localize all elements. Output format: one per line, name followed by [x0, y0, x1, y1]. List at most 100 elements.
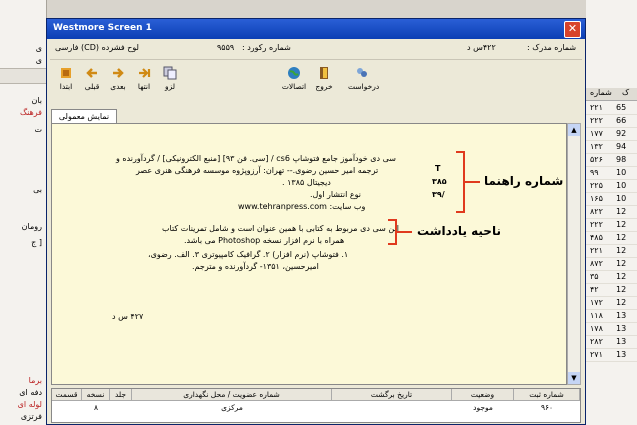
bg-table-row[interactable]: ۴۲ 12	[586, 284, 637, 297]
first-icon	[61, 68, 71, 78]
bg-table-row[interactable]: ۲۸۲ 13	[586, 336, 637, 349]
bg-table-row[interactable]: ۱۷۷ 92	[586, 128, 637, 141]
bg-left-label: بی	[33, 185, 42, 194]
bg-table-row[interactable]: ۱۷۲ 12	[586, 297, 637, 310]
toolbar-label: بعدی	[110, 82, 126, 91]
bg-cell: ۱۱۸	[590, 311, 603, 320]
holdings-grid: قسمت نسخه جلد شماره عضویت / محل نگهداری …	[51, 388, 581, 423]
grid-cell: ۸	[93, 403, 99, 412]
record-number-label: شماره رکورد :	[242, 43, 291, 52]
bg-cell: 13	[616, 311, 627, 320]
bg-table-row[interactable]: ۴۸۵ 12	[586, 232, 637, 245]
bg-table-row[interactable]: ۲۷۱ 13	[586, 349, 637, 362]
bg-table-row[interactable]: ۹۹ 10	[586, 167, 637, 180]
bg-table-row[interactable]: ۳۵ 12	[586, 271, 637, 284]
next-button[interactable]: بعدی	[104, 64, 132, 98]
scroll-up-icon[interactable]: ▲	[568, 124, 580, 136]
grid-header: قسمت	[52, 389, 82, 401]
bg-cell: 10	[616, 181, 627, 190]
toolbar-label: ابتدا	[59, 82, 73, 91]
bg-table-row[interactable]: ۸۲۲ 12	[586, 206, 637, 219]
bg-table-row[interactable]: ۸۷۲ 12	[586, 258, 637, 271]
bg-table-row[interactable]: ۱۶۵ 10	[586, 193, 637, 206]
bg-cell: 12	[616, 259, 627, 268]
bg-cell: ۵۲۶	[590, 155, 603, 164]
background-strip	[0, 68, 46, 84]
bg-table-row[interactable]: ۵۲۶ 98	[586, 154, 637, 167]
bg-cell: ۱۳۲	[590, 142, 603, 151]
grid-header: جلد	[110, 389, 132, 401]
grid-cell: ۹۶۰	[540, 403, 554, 412]
toolbar-label: خروج	[315, 82, 333, 91]
exit-icon	[320, 67, 328, 79]
exit-button[interactable]: خروج	[310, 64, 338, 98]
doc-number-value: ۴۲۲س د	[467, 43, 496, 52]
bg-cell: 12	[616, 233, 627, 242]
annotation-brackets	[388, 151, 480, 245]
bg-table-row[interactable]: ۱۱۸ 13	[586, 310, 637, 323]
toolbar-label: اتصالات	[281, 82, 307, 91]
bg-left-label: برما	[28, 376, 42, 385]
bg-left-label: ی	[35, 56, 42, 65]
bg-cell: 92	[616, 129, 627, 138]
bg-table-row[interactable]: ۲۲۱ 12	[586, 245, 637, 258]
grid-header: تاریخ برگشت	[332, 389, 452, 401]
bg-cell: ۲۲۱	[590, 246, 603, 255]
record-display: سی دی خودآموز جامع فتوشاپ cs6 / [سی. فن …	[51, 123, 567, 385]
next-icon	[113, 68, 124, 78]
request-button[interactable]: درخواست	[348, 64, 380, 98]
bg-cell: 12	[616, 285, 627, 294]
bg-header-cell: ک	[622, 88, 630, 97]
background-right-table: شماره ک ۲۲۱ 65 ۲۲۲ 66 ۱۷۷ 92 ۱۳۲ 94 ۵۲۶ 98 ۹۹ 10 ۲۲۵…	[586, 0, 637, 425]
copy-button[interactable]: لزو	[156, 64, 184, 98]
bg-left-label: لوله ای	[17, 400, 42, 409]
bg-left-label[interactable]: [ ج	[31, 238, 42, 247]
last-button[interactable]: انتها	[130, 64, 158, 98]
bg-table-row[interactable]: ۲۲۵ 10	[586, 180, 637, 193]
grid-header: شماره ثبت	[514, 389, 580, 401]
toolbar-label: درخواست	[348, 82, 380, 91]
bg-table-row[interactable]: ۲۲۲ 12	[586, 219, 637, 232]
bg-table-row[interactable]: ۲۲۲ 66	[586, 115, 637, 128]
record-number-value: ۹۵۵۹	[217, 43, 235, 52]
bg-cell: ۸۲۲	[590, 207, 603, 216]
dialog-title: Westmore Screen 1	[53, 23, 152, 33]
toolbar: ابتدا قبلی بعدی انتها لزو اتصالات خروج د…	[50, 59, 582, 102]
bg-cell: ۳۵	[590, 272, 599, 281]
bg-cell: 66	[616, 116, 627, 125]
scroll-down-icon[interactable]: ▼	[568, 372, 580, 384]
bg-cell: 10	[616, 168, 627, 177]
bg-left-label: دفه ای	[19, 388, 42, 397]
bg-cell: 98	[616, 155, 627, 164]
bg-left-label: فرهنگ	[19, 108, 42, 117]
connections-button[interactable]: اتصالات	[280, 64, 308, 98]
bg-cell: 12	[616, 298, 627, 307]
title-bar[interactable]: Westmore Screen 1 ✕	[47, 19, 585, 39]
bg-cell: 13	[616, 337, 627, 346]
grid-header: وضعیت	[452, 389, 514, 401]
toolbar-label: قبلی	[84, 82, 100, 91]
bg-left-label: ت	[34, 125, 42, 134]
bg-cell: 12	[616, 220, 627, 229]
bg-cell: ۲۲۲	[590, 220, 603, 229]
grid-cell: مرکزی	[221, 403, 243, 412]
close-button[interactable]: ✕	[564, 21, 581, 38]
prev-button[interactable]: قبلی	[78, 64, 106, 98]
bg-cell: 13	[616, 350, 627, 359]
first-button[interactable]: ابتدا	[52, 64, 80, 98]
toolbar-label: لزو	[164, 82, 176, 91]
grid-header: نسخه	[82, 389, 110, 401]
bg-cell: ۹۹	[590, 168, 599, 177]
vertical-scrollbar[interactable]: ▲ ▼	[567, 123, 581, 385]
bg-table-row[interactable]: ۱۷۸ 13	[586, 323, 637, 336]
bg-cell: ۲۲۱	[590, 103, 603, 112]
bg-table-row[interactable]: ۱۳۲ 94	[586, 141, 637, 154]
bg-table-row[interactable]: ۲۲۱ 65	[586, 102, 637, 115]
bg-cell: 65	[616, 103, 627, 112]
bg-cell: 10	[616, 194, 627, 203]
bg-left-label: بان	[31, 96, 42, 105]
bg-cell: 12	[616, 207, 627, 216]
bg-cell: ۴۸۵	[590, 233, 603, 242]
bg-cell: ۲۲۵	[590, 181, 603, 190]
close-icon: ✕	[567, 22, 578, 35]
